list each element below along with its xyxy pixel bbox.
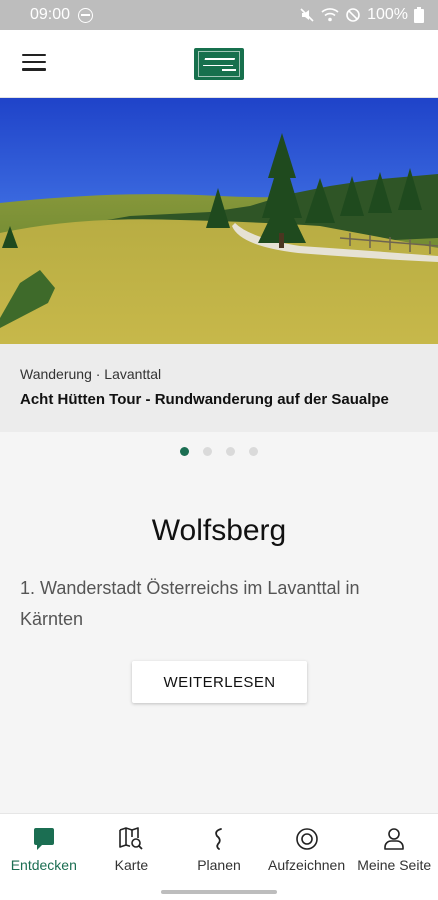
carousel-indicator: [0, 447, 438, 456]
chat-bubble-icon: [31, 826, 57, 852]
hero-image[interactable]: [0, 98, 438, 344]
section-headline: Wolfsberg: [151, 514, 287, 547]
carousel-dot[interactable]: [203, 447, 212, 456]
nav-label: Entdecken: [10, 857, 77, 873]
carousel-dot[interactable]: [249, 447, 258, 456]
nav-label: Planen: [197, 857, 241, 873]
route-icon: [206, 826, 232, 852]
nav-item-entdecken[interactable]: Entdecken: [0, 814, 88, 882]
status-time: 09:00: [30, 6, 71, 23]
app-bar: [0, 30, 438, 98]
nav-item-meine-seite[interactable]: Meine Seite: [350, 814, 438, 882]
nav-label: Aufzeichnen: [268, 857, 346, 873]
nav-item-karte[interactable]: Karte: [88, 814, 176, 882]
no-sim-icon: [346, 8, 360, 22]
nav-label: Meine Seite: [357, 857, 432, 873]
home-indicator[interactable]: [161, 890, 277, 894]
bottom-navigation: Entdecken Karte Planen Aufzeichnen Meine…: [0, 813, 438, 900]
section-description: 1. Wanderstadt Österreichs im Lavanttal …: [20, 578, 360, 629]
nav-item-aufzeichnen[interactable]: Aufzeichnen: [263, 814, 351, 882]
map-search-icon: [118, 826, 144, 852]
read-more-button[interactable]: WEITERLESEN: [132, 661, 307, 703]
battery-icon: [414, 7, 424, 23]
record-icon: [294, 826, 320, 852]
nav-label: Karte: [114, 857, 149, 873]
nav-item-planen[interactable]: Planen: [175, 814, 263, 882]
tour-category: Wanderung · Lavanttal: [20, 366, 162, 382]
mute-icon: [300, 8, 314, 22]
carousel-dot[interactable]: [226, 447, 235, 456]
status-icons: 100%: [299, 6, 424, 24]
brand-logo[interactable]: [194, 48, 244, 80]
status-bar: 09:00 100%: [0, 0, 438, 30]
menu-icon[interactable]: [22, 54, 46, 74]
carousel-dot[interactable]: [180, 447, 189, 456]
do-not-disturb-icon: [78, 7, 94, 23]
wifi-icon: [321, 8, 339, 22]
person-icon: [381, 826, 407, 852]
hero-caption[interactable]: Wanderung · Lavanttal Acht Hütten Tour -…: [0, 344, 438, 432]
tour-title: Acht Hütten Tour - Rundwanderung auf der…: [20, 391, 389, 408]
battery-percent: 100%: [367, 6, 408, 23]
